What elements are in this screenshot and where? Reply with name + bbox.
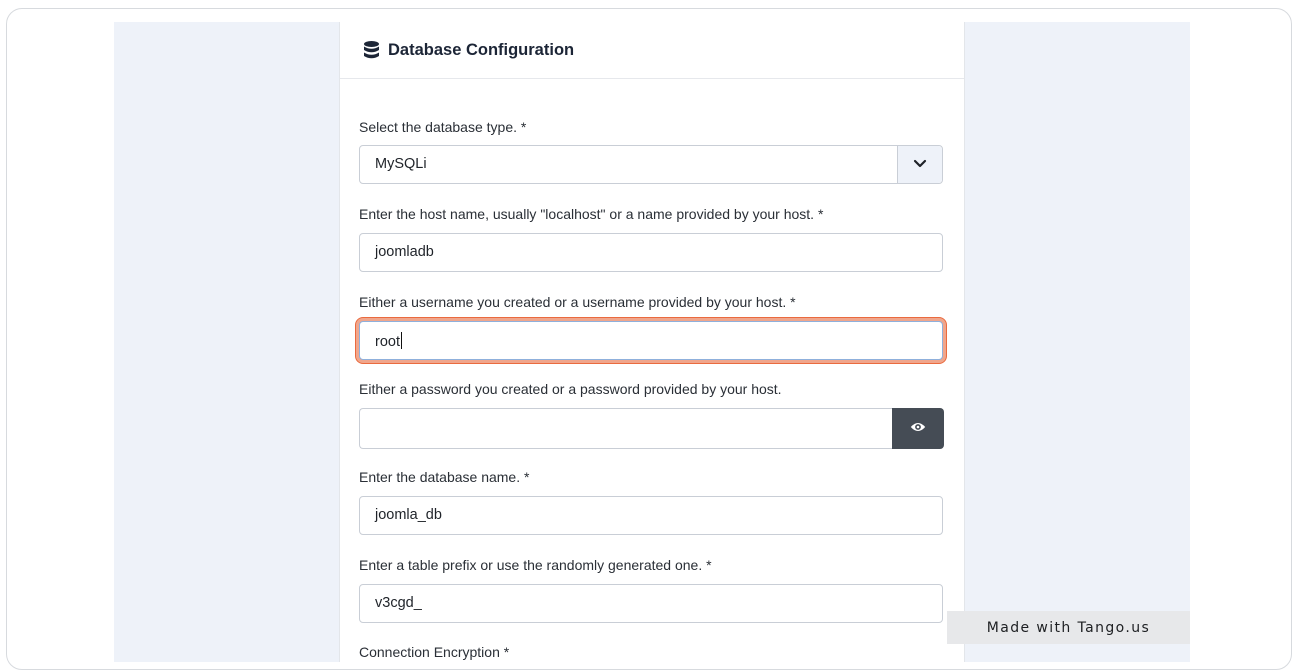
- tango-watermark-badge: Made with Tango.us: [947, 611, 1190, 644]
- password-label: Either a password you created or a passw…: [359, 381, 782, 397]
- db-type-dropdown-button[interactable]: [897, 146, 942, 183]
- password-input[interactable]: [359, 408, 893, 449]
- username-input[interactable]: root: [359, 321, 943, 360]
- db-name-value: joomla_db: [375, 507, 442, 523]
- username-label: Either a username you created or a usern…: [359, 294, 796, 310]
- db-name-input[interactable]: joomla_db: [359, 496, 943, 535]
- host-label: Enter the host name, usually "localhost"…: [359, 206, 824, 222]
- prefix-label: Enter a table prefix or use the randomly…: [359, 557, 712, 573]
- db-type-label: Select the database type. *: [359, 119, 527, 135]
- username-value: root: [375, 332, 402, 350]
- db-type-select[interactable]: MySQLi: [359, 145, 943, 184]
- db-name-label: Enter the database name. *: [359, 469, 530, 485]
- host-input[interactable]: joomladb: [359, 233, 943, 272]
- database-icon: [364, 41, 379, 59]
- show-password-button[interactable]: [892, 408, 944, 449]
- prefix-input[interactable]: v3cgd_: [359, 584, 943, 623]
- db-type-value: MySQLi: [375, 156, 427, 172]
- encryption-label: Connection Encryption *: [359, 644, 510, 660]
- card-title: Database Configuration: [388, 40, 575, 59]
- screenshot-frame: Database Configuration Select the databa…: [6, 8, 1292, 670]
- chevron-down-icon: [913, 156, 927, 174]
- database-configuration-card: Database Configuration Select the databa…: [339, 22, 965, 662]
- prefix-value: v3cgd_: [375, 595, 422, 611]
- card-header: Database Configuration: [340, 22, 964, 79]
- eye-icon: [910, 420, 926, 438]
- host-value: joomladb: [375, 244, 434, 260]
- text-caret: [401, 332, 402, 349]
